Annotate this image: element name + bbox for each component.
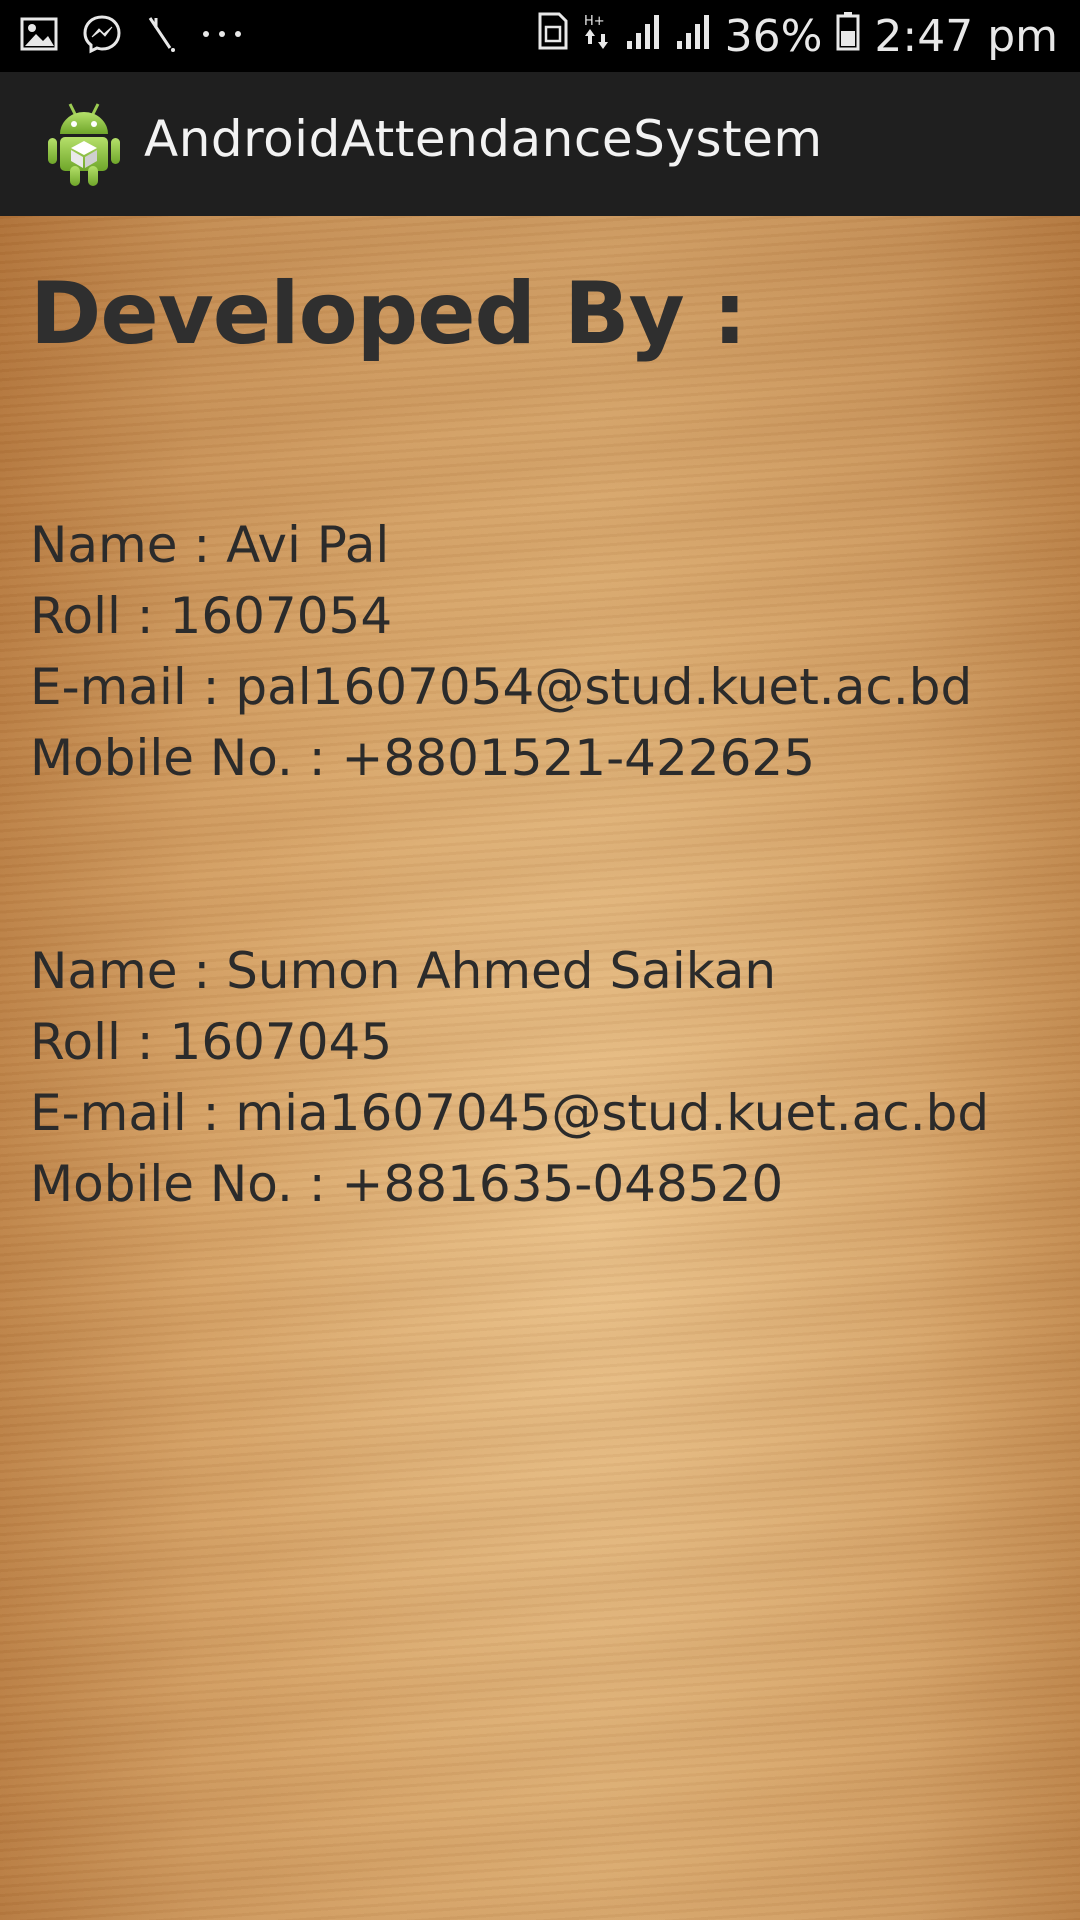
developer-name: Name : Sumon Ahmed Saikan [30,942,777,1000]
svg-text:H+: H+ [584,14,605,29]
developers-panel: Developed By : Name : Avi Pal Roll : 160… [0,216,1080,1920]
app-title: AndroidAttendanceSystem [144,110,823,168]
battery-percent: 36% [724,10,823,62]
status-bar: H+ 36% 2:47 pm [0,0,1080,72]
developer-mobile: Mobile No. : +881635-048520 [30,1155,784,1213]
developer-card: Name : Sumon Ahmed Saikan Roll : 1607045… [30,936,989,1220]
battery-icon [836,11,860,62]
clock: 2:47 pm [874,10,1058,62]
sim-icon [537,11,569,62]
no-signal-icon [146,14,176,58]
page-heading: Developed By : [30,264,747,364]
system-icons: H+ 36% 2:47 pm [537,10,1058,62]
developer-email: E-mail : pal1607054@stud.kuet.ac.bd [30,658,973,716]
developer-card: Name : Avi Pal Roll : 1607054 E-mail : p… [30,510,972,794]
developer-roll: Roll : 1607045 [30,1013,393,1071]
app-bar: AndroidAttendanceSystem [0,72,1080,219]
signal-icon [675,11,711,62]
screen: H+ 36% 2:47 pm AndroidAttendanceSystem D… [0,0,1080,1920]
android-logo-icon [46,100,122,188]
developer-roll: Roll : 1607054 [30,587,393,645]
developer-name: Name : Avi Pal [30,516,390,574]
more-notifications-icon [200,24,244,48]
developer-mobile: Mobile No. : +8801521-422625 [30,729,816,787]
data-arrows-icon: H+ [583,11,611,62]
notification-icons [20,14,244,58]
developer-email: E-mail : mia1607045@stud.kuet.ac.bd [30,1084,990,1142]
gallery-icon [20,17,58,55]
messenger-icon [82,14,122,58]
signal-icon [625,11,661,62]
